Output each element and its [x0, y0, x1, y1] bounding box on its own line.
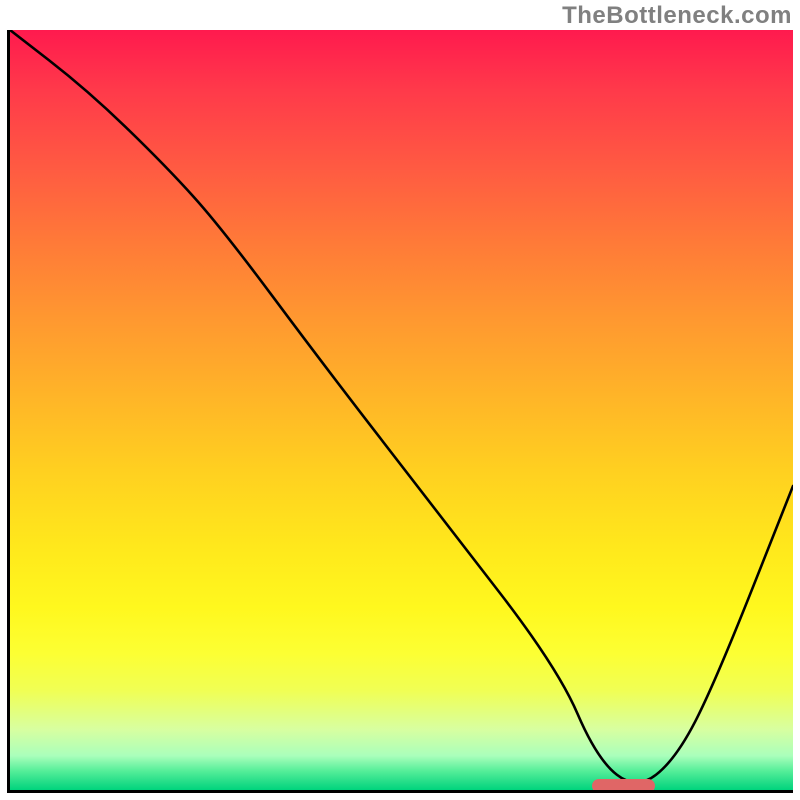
optimal-marker: [592, 779, 655, 793]
bottleneck-curve: [10, 30, 793, 790]
watermark-text: TheBottleneck.com: [562, 2, 792, 30]
chart-container: TheBottleneck.com: [0, 0, 800, 800]
curve-path: [10, 30, 793, 782]
watermark-container: TheBottleneck.com: [562, 0, 792, 30]
plot-area: [7, 30, 793, 793]
